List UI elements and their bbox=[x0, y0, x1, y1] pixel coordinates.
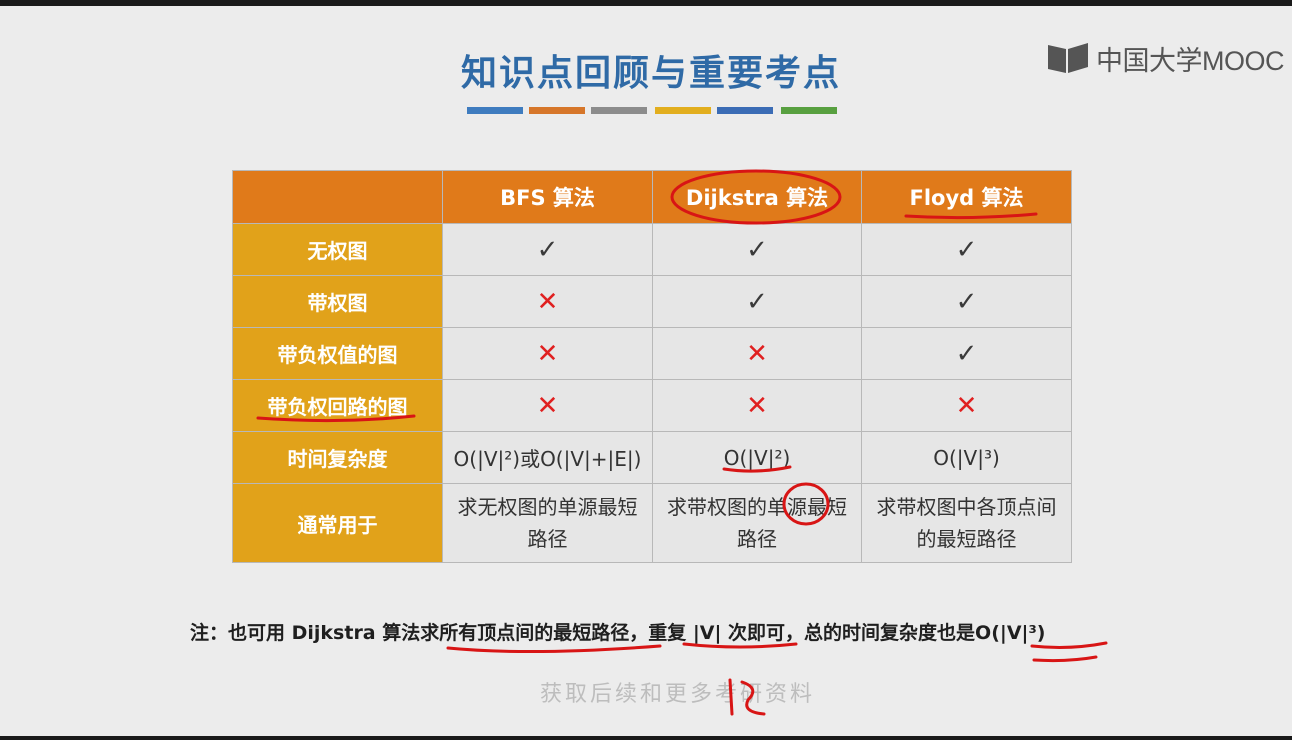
footnote: 注：也可用 Dijkstra 算法求所有顶点间的最短路径，重复 |V| 次即可，… bbox=[190, 622, 1046, 644]
table-row: 通常用于 求无权图的单源最短路径 求带权图的单源最短路径 求带权图中各顶点间的最… bbox=[232, 483, 1072, 563]
header-bfs: BFS 算法 bbox=[442, 170, 653, 224]
watermark: 获取后续和更多考研资料 bbox=[540, 682, 816, 707]
algorithm-comparison-table: BFS 算法 Dijkstra 算法 Floyd 算法 无权图 ✓ ✓ ✓ 带权… bbox=[232, 170, 1072, 563]
usage-floyd: 求带权图中各顶点间的最短路径 bbox=[861, 483, 1072, 563]
cross-icon: ✕ bbox=[955, 390, 978, 421]
color-bar-6 bbox=[781, 107, 837, 114]
table-row: 带负权回路的图 ✕ ✕ ✕ bbox=[232, 379, 1072, 432]
color-bar-4 bbox=[655, 107, 711, 114]
check-icon: ✓ bbox=[536, 234, 559, 265]
header-dijkstra: Dijkstra 算法 bbox=[652, 170, 862, 224]
cross-icon: ✕ bbox=[536, 286, 559, 317]
header-floyd: Floyd 算法 bbox=[861, 170, 1072, 224]
table-row: 带负权值的图 ✕ ✕ ✓ bbox=[232, 327, 1072, 380]
top-black-bar bbox=[0, 0, 1292, 6]
row-label: 带权图 bbox=[232, 275, 443, 328]
check-icon: ✓ bbox=[955, 286, 978, 317]
row-label: 带负权回路的图 bbox=[232, 379, 443, 432]
color-bar-2 bbox=[529, 107, 585, 114]
row-label: 时间复杂度 bbox=[232, 431, 443, 484]
table-row: 带权图 ✕ ✓ ✓ bbox=[232, 275, 1072, 328]
table-row: 时间复杂度 O(|V|²)或O(|V|+|E|) O(|V|²) O(|V|³) bbox=[232, 431, 1072, 484]
color-bar-5 bbox=[717, 107, 773, 114]
header-corner bbox=[232, 170, 443, 224]
usage-dijkstra: 求带权图的单源最短路径 bbox=[652, 483, 862, 563]
row-label: 带负权值的图 bbox=[232, 327, 443, 380]
underline-note-4 bbox=[1032, 655, 1098, 663]
table-row: 无权图 ✓ ✓ ✓ bbox=[232, 223, 1072, 276]
complexity-bfs: O(|V|²)或O(|V|+|E|) bbox=[442, 431, 653, 484]
logo-text: 中国大学MOOC bbox=[1096, 45, 1285, 76]
cross-icon: ✕ bbox=[746, 390, 768, 421]
row-label: 通常用于 bbox=[232, 483, 443, 563]
cross-icon: ✕ bbox=[746, 338, 768, 369]
usage-bfs: 求无权图的单源最短路径 bbox=[442, 483, 653, 563]
mooc-logo: 中国大学MOOC bbox=[1046, 40, 1285, 76]
color-bar-1 bbox=[467, 107, 523, 114]
check-icon: ✓ bbox=[746, 286, 768, 317]
row-label: 无权图 bbox=[232, 223, 443, 276]
underline-note-1 bbox=[446, 644, 662, 654]
bottom-black-bar bbox=[0, 736, 1292, 740]
cross-icon: ✕ bbox=[536, 390, 559, 421]
check-icon: ✓ bbox=[955, 338, 978, 369]
complexity-dijkstra: O(|V|²) bbox=[652, 431, 862, 484]
table-header-row: BFS 算法 Dijkstra 算法 Floyd 算法 bbox=[232, 170, 1072, 224]
book-icon bbox=[1048, 43, 1088, 73]
check-icon: ✓ bbox=[746, 234, 768, 265]
complexity-floyd: O(|V|³) bbox=[861, 431, 1072, 484]
color-bar-3 bbox=[591, 107, 647, 114]
cross-icon: ✕ bbox=[536, 338, 559, 369]
check-icon: ✓ bbox=[955, 234, 978, 265]
